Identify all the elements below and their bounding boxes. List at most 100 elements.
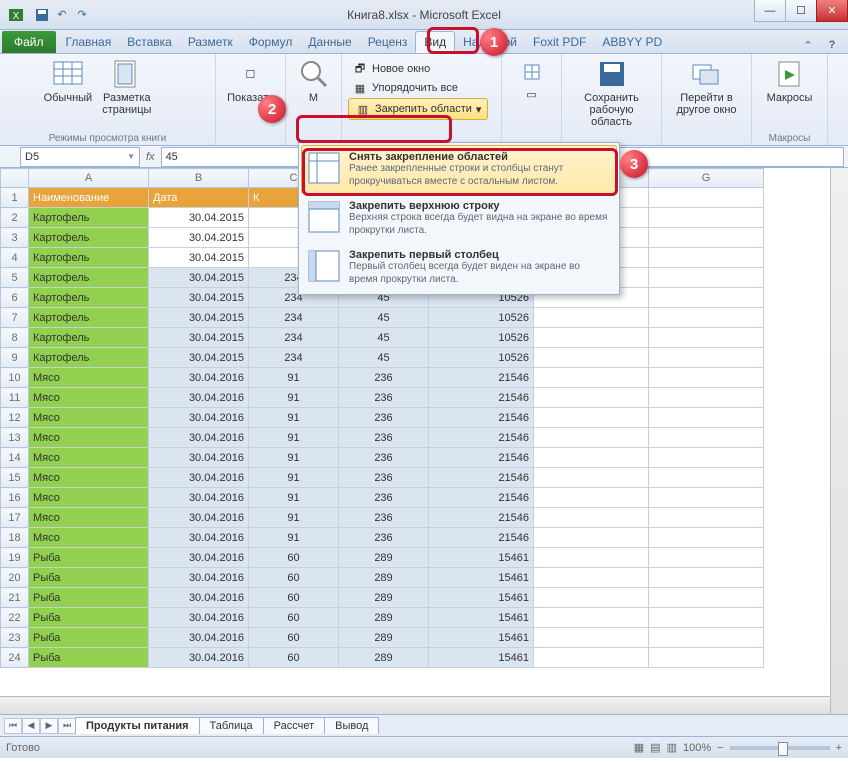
- cell[interactable]: [534, 508, 649, 528]
- cell[interactable]: [534, 588, 649, 608]
- redo-icon[interactable]: ↷: [74, 7, 90, 23]
- prev-sheet-button[interactable]: ◀: [22, 718, 40, 734]
- save-icon[interactable]: [34, 7, 50, 23]
- cell[interactable]: [534, 608, 649, 628]
- cell[interactable]: 91: [249, 488, 339, 508]
- cell[interactable]: [649, 628, 764, 648]
- row-header[interactable]: 11: [1, 388, 29, 408]
- cell[interactable]: 30.04.2016: [149, 488, 249, 508]
- cell[interactable]: [534, 308, 649, 328]
- row-header[interactable]: 10: [1, 368, 29, 388]
- tab-главная[interactable]: Главная: [58, 31, 120, 53]
- cell[interactable]: Картофель: [29, 208, 149, 228]
- cell[interactable]: [649, 588, 764, 608]
- cell[interactable]: 10526: [429, 348, 534, 368]
- cell[interactable]: [534, 488, 649, 508]
- cell[interactable]: [649, 468, 764, 488]
- cell[interactable]: 21546: [429, 468, 534, 488]
- cell[interactable]: Мясо: [29, 428, 149, 448]
- cell[interactable]: 30.04.2015: [149, 328, 249, 348]
- cell[interactable]: 21546: [429, 528, 534, 548]
- cell[interactable]: [649, 608, 764, 628]
- cell[interactable]: 30.04.2016: [149, 468, 249, 488]
- undo-icon[interactable]: ↶: [54, 7, 70, 23]
- column-header[interactable]: G: [649, 169, 764, 188]
- cell[interactable]: Рыба: [29, 608, 149, 628]
- cell[interactable]: Мясо: [29, 448, 149, 468]
- cell[interactable]: 30.04.2016: [149, 528, 249, 548]
- cell[interactable]: 236: [339, 508, 429, 528]
- cell[interactable]: 30.04.2016: [149, 568, 249, 588]
- cell[interactable]: 21546: [429, 388, 534, 408]
- cell[interactable]: 45: [339, 348, 429, 368]
- name-box[interactable]: D5▼: [20, 147, 140, 167]
- cell[interactable]: Картофель: [29, 348, 149, 368]
- cell[interactable]: 91: [249, 528, 339, 548]
- cell[interactable]: Наименование: [29, 188, 149, 208]
- cell[interactable]: 289: [339, 568, 429, 588]
- cell[interactable]: [649, 568, 764, 588]
- cell[interactable]: 15461: [429, 588, 534, 608]
- column-header[interactable]: B: [149, 169, 249, 188]
- cell[interactable]: [649, 448, 764, 468]
- first-sheet-button[interactable]: ⏮: [4, 718, 22, 734]
- switch-windows-button[interactable]: Перейти в другое окно: [672, 56, 740, 118]
- cell[interactable]: 21546: [429, 428, 534, 448]
- fx-icon[interactable]: fx: [146, 151, 155, 163]
- sheet-tab[interactable]: Продукты питания: [75, 717, 200, 734]
- row-header[interactable]: 15: [1, 468, 29, 488]
- cell[interactable]: 15461: [429, 548, 534, 568]
- tab-реценз[interactable]: Реценз: [360, 31, 416, 53]
- cell[interactable]: 21546: [429, 508, 534, 528]
- zoom-slider[interactable]: [730, 746, 830, 750]
- row-header[interactable]: 13: [1, 428, 29, 448]
- cell[interactable]: [649, 288, 764, 308]
- hide-icon[interactable]: ▭: [526, 88, 536, 101]
- cell[interactable]: 289: [339, 648, 429, 668]
- cell[interactable]: 30.04.2016: [149, 628, 249, 648]
- cell[interactable]: Дата: [149, 188, 249, 208]
- new-window-button[interactable]: 🗗Новое окно: [348, 60, 488, 78]
- page-layout-view-icon[interactable]: ▤: [650, 741, 660, 754]
- cell[interactable]: 45: [339, 308, 429, 328]
- cell[interactable]: [534, 328, 649, 348]
- cell[interactable]: 236: [339, 488, 429, 508]
- normal-view-icon[interactable]: ▦: [634, 741, 644, 754]
- row-header[interactable]: 12: [1, 408, 29, 428]
- help-icon[interactable]: ?: [824, 37, 840, 53]
- cell[interactable]: [534, 648, 649, 668]
- cell[interactable]: 236: [339, 368, 429, 388]
- cell[interactable]: [649, 248, 764, 268]
- cell[interactable]: [649, 368, 764, 388]
- cell[interactable]: Мясо: [29, 468, 149, 488]
- minimize-ribbon-icon[interactable]: ⌃: [800, 37, 816, 53]
- page-layout-button[interactable]: Разметка страницы: [98, 56, 155, 118]
- cell[interactable]: Рыба: [29, 648, 149, 668]
- cell[interactable]: [534, 408, 649, 428]
- row-header[interactable]: 23: [1, 628, 29, 648]
- cell[interactable]: 91: [249, 468, 339, 488]
- freeze-top-row-item[interactable]: Закрепить верхнюю строкуВерхняя строка в…: [301, 194, 617, 243]
- close-button[interactable]: ✕: [816, 0, 848, 22]
- cell[interactable]: Картофель: [29, 328, 149, 348]
- cell[interactable]: 30.04.2016: [149, 388, 249, 408]
- row-header[interactable]: 19: [1, 548, 29, 568]
- cell[interactable]: Картофель: [29, 268, 149, 288]
- row-header[interactable]: 16: [1, 488, 29, 508]
- cell[interactable]: 91: [249, 368, 339, 388]
- cell[interactable]: 45: [339, 328, 429, 348]
- sheet-tab[interactable]: Рассчет: [263, 717, 326, 734]
- cell[interactable]: 234: [249, 328, 339, 348]
- cell[interactable]: [649, 648, 764, 668]
- cell[interactable]: [649, 428, 764, 448]
- row-header[interactable]: 8: [1, 328, 29, 348]
- cell[interactable]: 10526: [429, 328, 534, 348]
- cell[interactable]: 289: [339, 608, 429, 628]
- row-header[interactable]: 22: [1, 608, 29, 628]
- file-tab[interactable]: Файл: [2, 31, 56, 53]
- save-workspace-button[interactable]: Сохранить рабочую область: [568, 56, 655, 130]
- cell[interactable]: Рыба: [29, 588, 149, 608]
- row-header[interactable]: 17: [1, 508, 29, 528]
- cell[interactable]: Мясо: [29, 408, 149, 428]
- row-header[interactable]: 6: [1, 288, 29, 308]
